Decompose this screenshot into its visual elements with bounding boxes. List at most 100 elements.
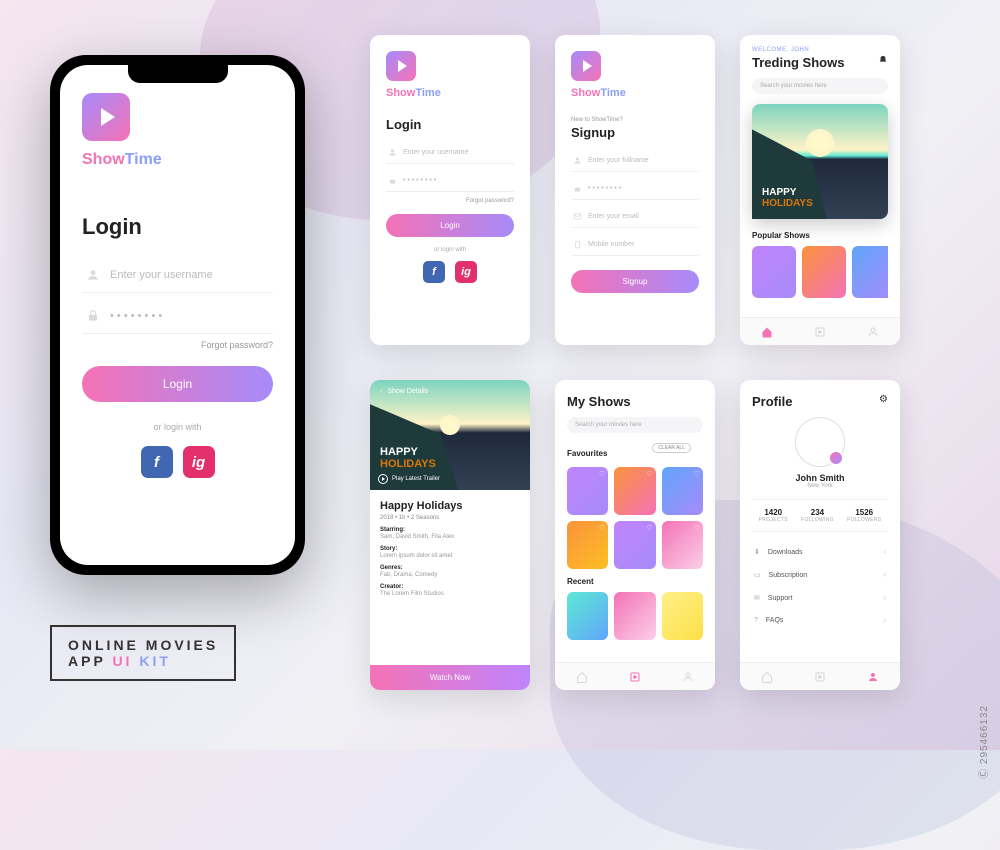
home-nav-icon[interactable] bbox=[576, 671, 588, 683]
email-icon bbox=[573, 212, 582, 221]
play-trailer-button[interactable]: Play Latest Trailer bbox=[378, 474, 440, 484]
card-icon: ▭ bbox=[754, 572, 761, 579]
username-input[interactable]: Enter your username bbox=[82, 258, 273, 293]
genres-value: Fab, Drama, Comedy bbox=[380, 572, 520, 578]
profile-name: John Smith bbox=[752, 473, 888, 483]
creator-label: Creator: bbox=[380, 584, 520, 590]
forgot-password-link[interactable]: Forgot password? bbox=[386, 198, 514, 204]
show-detail-card: ‹Show Details HAPPYHOLIDAYS Play Latest … bbox=[370, 380, 530, 690]
hero-show-card[interactable]: HAPPYHOLIDAYS bbox=[752, 104, 888, 219]
heart-icon[interactable]: ♡ bbox=[599, 524, 605, 532]
story-label: Story: bbox=[380, 546, 520, 552]
mail-icon: ✉ bbox=[754, 595, 760, 602]
chevron-right-icon: › bbox=[883, 616, 886, 625]
app-logo-icon bbox=[82, 93, 130, 141]
stat-projects: 1420PROJECTS bbox=[759, 508, 788, 523]
show-thumbnail[interactable]: ♡ bbox=[662, 521, 703, 569]
welcome-label: WELCOME, JOHN bbox=[752, 47, 888, 53]
phone-icon bbox=[573, 240, 582, 249]
login-title: Login bbox=[82, 214, 273, 240]
myshows-card: My Shows Search your movies here Favouri… bbox=[555, 380, 715, 690]
password-input[interactable]: • • • • • • • • bbox=[571, 178, 699, 200]
app-logo-icon bbox=[571, 51, 601, 81]
home-nav-icon[interactable] bbox=[761, 671, 773, 683]
menu-faqs[interactable]: ?FAQs› bbox=[752, 609, 888, 632]
login-button[interactable]: Login bbox=[386, 214, 514, 237]
show-thumbnail[interactable] bbox=[567, 592, 608, 640]
detail-hero-image: ‹Show Details HAPPYHOLIDAYS Play Latest … bbox=[370, 380, 530, 490]
fullname-input[interactable]: Enter your fullname bbox=[571, 150, 699, 172]
bell-icon[interactable] bbox=[878, 55, 888, 65]
facebook-login-button[interactable]: f bbox=[141, 446, 173, 478]
play-nav-icon[interactable] bbox=[814, 671, 826, 683]
login-button[interactable]: Login bbox=[82, 366, 273, 402]
login-screen: ShowTime Login Enter your username • • •… bbox=[60, 65, 295, 565]
profile-nav-icon[interactable] bbox=[867, 671, 879, 683]
signup-button[interactable]: Signup bbox=[571, 270, 699, 293]
heart-icon[interactable]: ♡ bbox=[694, 524, 700, 532]
app-logo-icon bbox=[386, 51, 416, 81]
heart-icon[interactable]: ♡ bbox=[599, 470, 605, 478]
heart-icon[interactable]: ♡ bbox=[646, 524, 652, 532]
password-input[interactable]: • • • • • • • • bbox=[82, 299, 273, 334]
heart-icon[interactable]: ♡ bbox=[694, 470, 700, 478]
email-input[interactable]: Enter your email bbox=[571, 206, 699, 228]
play-nav-icon[interactable] bbox=[814, 326, 826, 338]
show-thumbnail[interactable] bbox=[662, 592, 703, 640]
watch-now-button[interactable]: Watch Now bbox=[370, 665, 530, 690]
kit-title-box: ONLINE MOVIES APP UI KIT bbox=[50, 625, 236, 681]
show-thumbnail[interactable] bbox=[614, 592, 655, 640]
chevron-right-icon: › bbox=[883, 570, 886, 579]
play-nav-icon[interactable] bbox=[629, 671, 641, 683]
lock-icon bbox=[388, 176, 397, 185]
lock-icon bbox=[573, 184, 582, 193]
profile-nav-icon[interactable] bbox=[867, 326, 879, 338]
show-thumbnail[interactable]: ♡ bbox=[614, 467, 655, 515]
avatar[interactable] bbox=[795, 417, 845, 467]
signup-card: ShowTime New to ShowTime? Signup Enter y… bbox=[555, 35, 715, 345]
instagram-login-button[interactable]: ig bbox=[455, 261, 477, 283]
chevron-right-icon: › bbox=[883, 547, 886, 556]
gear-icon[interactable]: ⚙ bbox=[879, 394, 888, 405]
trending-card: WELCOME, JOHN Treding Shows Search your … bbox=[740, 35, 900, 345]
home-nav-icon[interactable] bbox=[761, 326, 773, 338]
phone-mockup: ShowTime Login Enter your username • • •… bbox=[50, 55, 305, 575]
or-login-label: or login with bbox=[82, 422, 273, 432]
brand-name: ShowTime bbox=[571, 87, 699, 99]
password-input[interactable]: • • • • • • • • bbox=[386, 170, 514, 192]
search-input[interactable]: Search your movies here bbox=[567, 417, 703, 433]
heart-icon[interactable]: ♡ bbox=[646, 470, 652, 478]
menu-support[interactable]: ✉Support› bbox=[752, 586, 888, 609]
brand-name: ShowTime bbox=[386, 87, 514, 99]
chevron-right-icon: › bbox=[883, 593, 886, 602]
profile-card: Profile ⚙ John Smith New York 1420PROJEC… bbox=[740, 380, 900, 690]
facebook-login-button[interactable]: f bbox=[423, 261, 445, 283]
clear-all-button[interactable]: CLEAR ALL bbox=[652, 443, 691, 453]
show-thumbnail[interactable]: ♡ bbox=[614, 521, 655, 569]
show-title: Happy Holidays bbox=[380, 500, 520, 512]
forgot-password-link[interactable]: Forgot password? bbox=[82, 340, 273, 350]
mobile-input[interactable]: Mobile number bbox=[571, 234, 699, 256]
menu-subscription[interactable]: ▭Subscription› bbox=[752, 563, 888, 586]
search-input[interactable]: Search your movies here bbox=[752, 78, 888, 94]
show-thumbnail[interactable] bbox=[752, 246, 796, 298]
show-thumbnail[interactable]: ♡ bbox=[662, 467, 703, 515]
login-card: ShowTime Login Enter your username • • •… bbox=[370, 35, 530, 345]
creator-value: The Lorem Film Studios bbox=[380, 591, 520, 597]
menu-downloads[interactable]: ⬇Downloads› bbox=[752, 540, 888, 563]
genres-label: Genres: bbox=[380, 565, 520, 571]
trending-title: Treding Shows bbox=[752, 55, 888, 70]
show-thumbnail[interactable] bbox=[802, 246, 846, 298]
recent-label: Recent bbox=[567, 577, 703, 586]
show-thumbnail[interactable]: ♡ bbox=[567, 467, 608, 515]
username-input[interactable]: Enter your username bbox=[386, 142, 514, 164]
starring-label: Starring: bbox=[380, 527, 520, 533]
back-button[interactable]: ‹Show Details bbox=[370, 380, 530, 403]
profile-nav-icon[interactable] bbox=[682, 671, 694, 683]
instagram-login-button[interactable]: ig bbox=[183, 446, 215, 478]
download-icon: ⬇ bbox=[754, 549, 760, 556]
show-thumbnail[interactable] bbox=[852, 246, 888, 298]
starring-value: Sam, David Smith, Fila Alex bbox=[380, 534, 520, 540]
show-meta: 2018 • 1h • 2 Seasons bbox=[380, 515, 520, 521]
show-thumbnail[interactable]: ♡ bbox=[567, 521, 608, 569]
